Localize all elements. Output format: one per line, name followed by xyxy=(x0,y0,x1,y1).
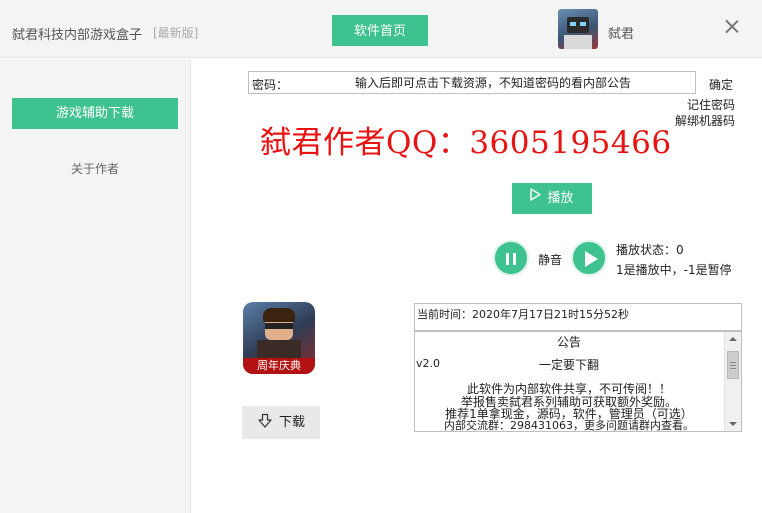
sidebar-item-about-author[interactable]: 关于作者 xyxy=(12,159,178,179)
download-button[interactable]: 下载 xyxy=(242,406,320,439)
password-field-box: 密码： xyxy=(248,71,696,94)
notice-line-4: 内部交流群：298431063，更多问题请群内查看。 xyxy=(444,419,694,432)
scroll-down-icon[interactable] xyxy=(729,422,737,426)
version-badge: [最新版] xyxy=(153,26,199,40)
play-button[interactable]: 播放 xyxy=(512,183,592,214)
author-qq-text: 弑君作者QQ：3605195466 xyxy=(260,125,672,161)
notice-content: 公告 · · v2.0 一定要下翻 此软件为内部软件共享，不可传阅！！ 举报售卖… xyxy=(415,332,723,431)
notice-box[interactable]: 公告 · · v2.0 一定要下翻 此软件为内部软件共享，不可传阅！！ 举报售卖… xyxy=(414,331,742,432)
mute-label[interactable]: 静音 xyxy=(538,251,562,268)
scroll-up-icon[interactable] xyxy=(729,337,737,341)
playback-status: 播放状态：0 xyxy=(616,243,684,257)
playback-status-hint: 1是播放中，-1是暂停 xyxy=(616,263,732,277)
password-label: 密码： xyxy=(252,78,289,92)
user-avatar-icon[interactable] xyxy=(558,9,598,49)
play-icon xyxy=(530,182,542,213)
current-time-text: 当前时间：2020年7月17日21时15分52秒 xyxy=(417,308,629,321)
title-bar: 弑君科技内部游戏盒子 [最新版] 软件首页 弑君 xyxy=(0,0,762,58)
username-label[interactable]: 弑君 xyxy=(608,23,634,42)
play-button-label: 播放 xyxy=(547,191,574,206)
app-title: 弑君科技内部游戏盒子 xyxy=(12,28,143,43)
scrollbar-thumb[interactable] xyxy=(727,351,739,379)
sidebar-item-game-download[interactable]: 游戏辅助下载 xyxy=(12,98,178,129)
software-home-button[interactable]: 软件首页 xyxy=(332,15,428,46)
download-button-label: 下载 xyxy=(278,415,305,430)
sidebar: 游戏辅助下载 关于作者 xyxy=(0,59,191,513)
notice-scrollbar[interactable] xyxy=(724,332,741,431)
confirm-button[interactable]: 确定 xyxy=(709,76,733,93)
current-time-box: 当前时间：2020年7月17日21时15分52秒 xyxy=(414,303,742,331)
download-icon xyxy=(258,413,272,428)
game-icon-banner: 周年庆典 xyxy=(243,358,315,374)
password-input[interactable] xyxy=(293,73,693,92)
notice-scroll-hint: 一定要下翻 xyxy=(538,358,599,372)
game-icon[interactable]: 周年庆典 xyxy=(243,302,315,374)
close-icon[interactable] xyxy=(721,16,743,38)
unbind-machine-code-link[interactable]: 解绑机器码 xyxy=(675,112,735,129)
play-circle-icon[interactable] xyxy=(571,240,607,276)
remember-password-link[interactable]: 记住密码 xyxy=(687,96,735,113)
pause-icon[interactable] xyxy=(493,240,529,276)
notice-dots: · · xyxy=(564,343,574,354)
